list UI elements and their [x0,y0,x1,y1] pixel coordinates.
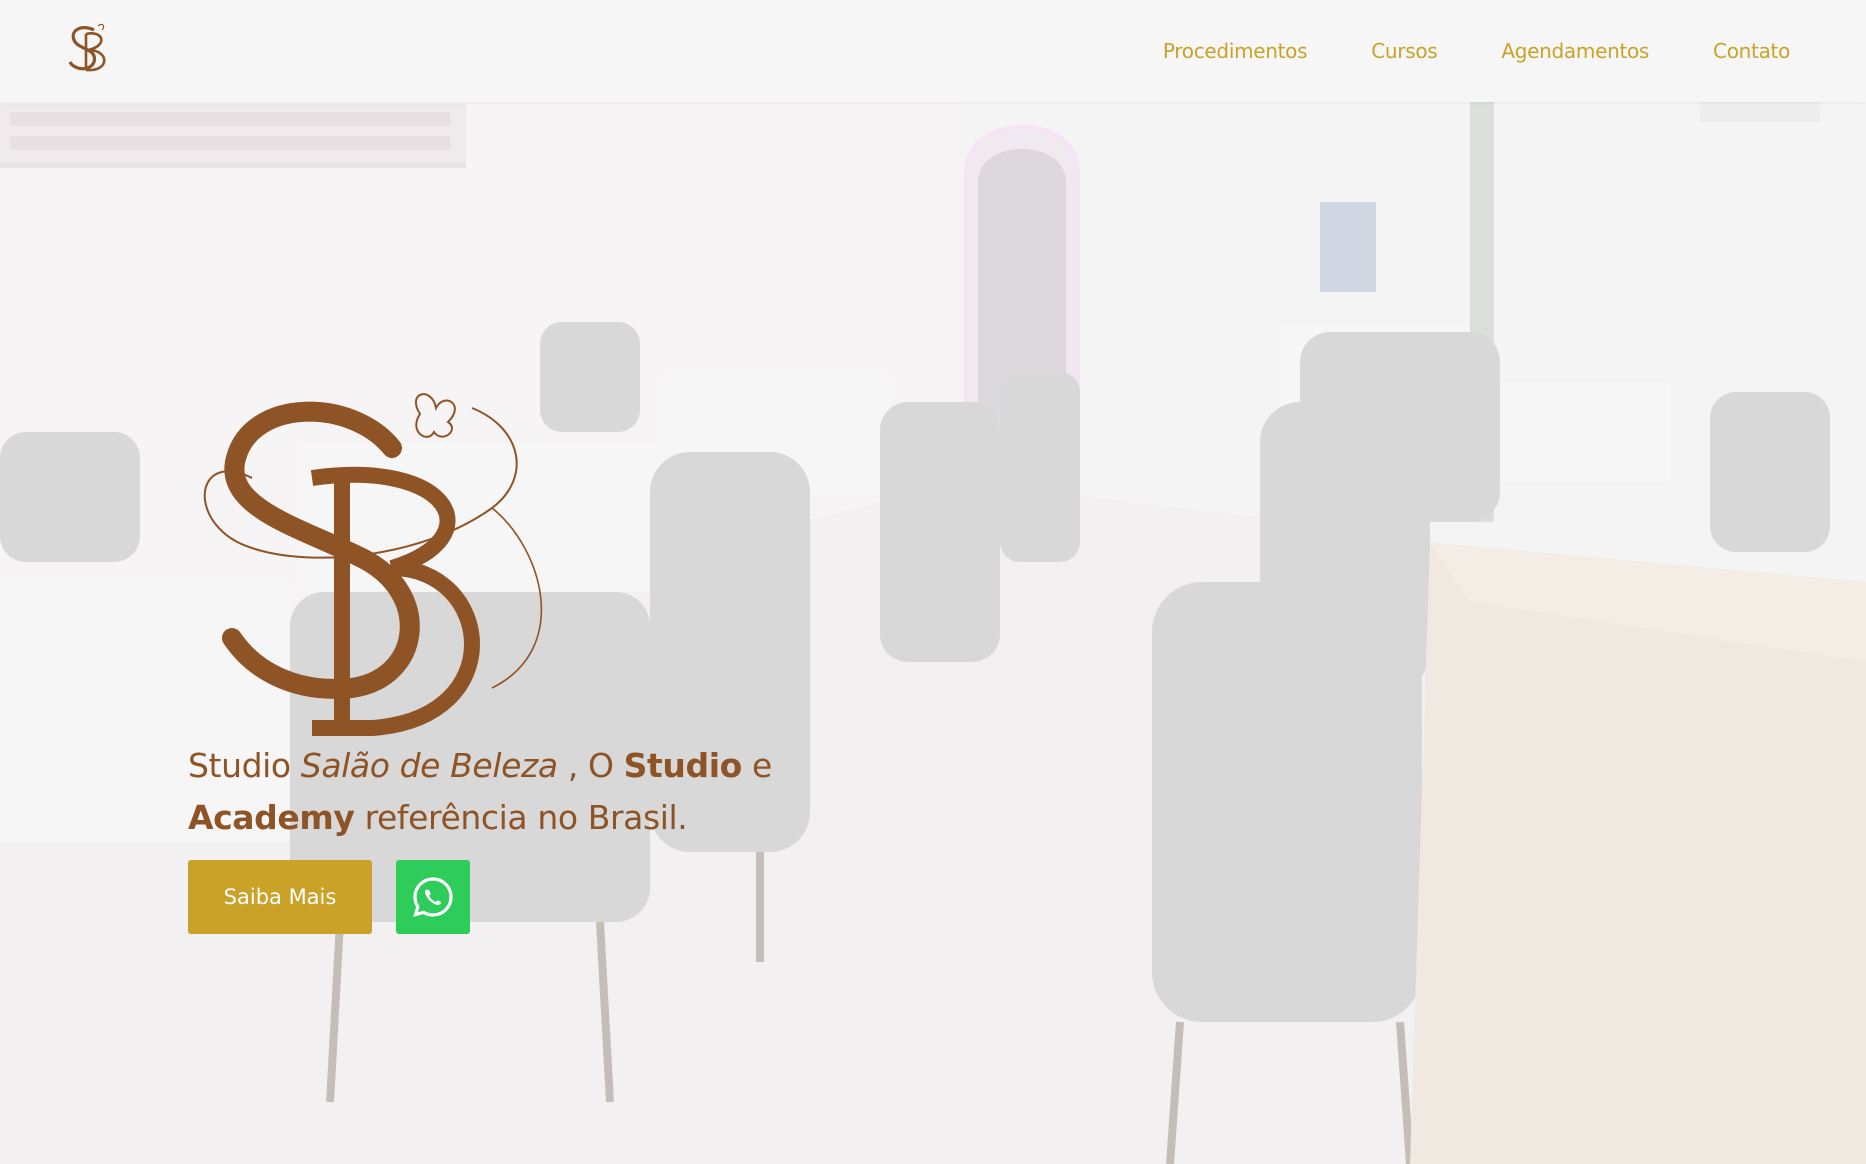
tagline-italic-salao: Salão de Beleza [300,746,558,785]
whatsapp-button[interactable] [396,860,470,934]
nav-agendamentos[interactable]: Agendamentos [1501,39,1649,63]
tagline-bold-academy: Academy [188,798,355,837]
tagline-text-4: referência no Brasil. [354,798,688,837]
sb-monogram-logo [192,388,572,740]
whatsapp-icon [413,877,453,917]
saiba-mais-button[interactable]: Saiba Mais [188,860,372,934]
tagline-text-1: Studio [188,746,301,785]
hero-section: Studio Salão de Beleza , O Studio e Acad… [0,102,1866,1164]
site-header: Procedimentos Cursos Agendamentos Contat… [0,0,1866,102]
hero-tagline: Studio Salão de Beleza , O Studio e Acad… [188,740,828,844]
nav-procedimentos[interactable]: Procedimentos [1163,39,1308,63]
sb-logo-icon[interactable] [64,20,114,76]
tagline-text-2: , O [557,746,624,785]
tagline-text-3: e [741,746,772,785]
butterfly-icon [414,393,456,438]
nav-contato[interactable]: Contato [1713,39,1790,63]
tagline-bold-studio: Studio [623,746,743,785]
nav-cursos[interactable]: Cursos [1371,39,1437,63]
main-nav: Procedimentos Cursos Agendamentos Contat… [1163,0,1790,102]
